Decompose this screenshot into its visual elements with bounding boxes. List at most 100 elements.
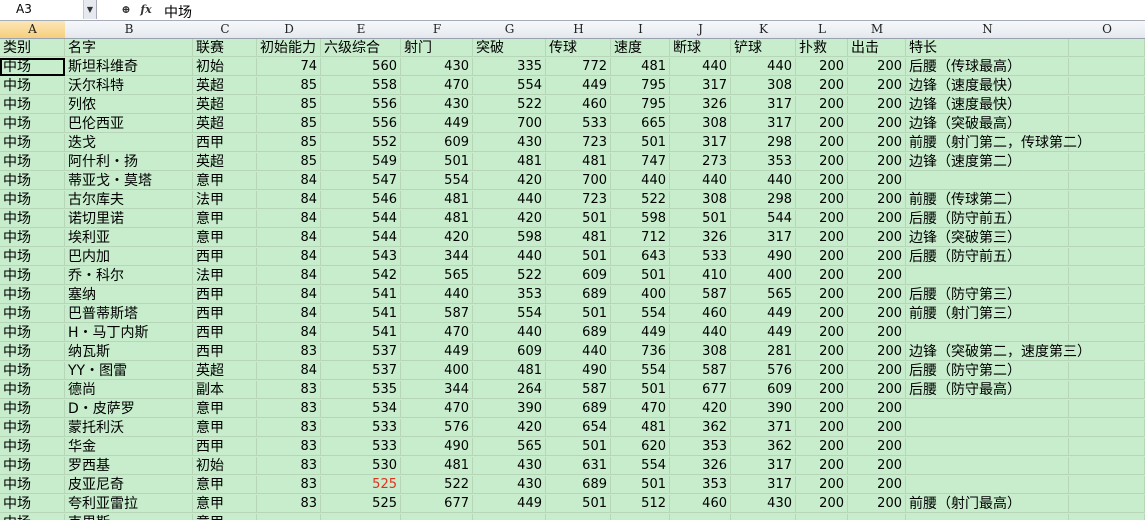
cell-e[interactable]: 549: [321, 153, 401, 171]
cell-o[interactable]: [1069, 58, 1145, 76]
cell-m[interactable]: 200: [848, 115, 906, 133]
cell-m[interactable]: 200: [848, 134, 906, 152]
cell-f[interactable]: 576: [401, 419, 473, 437]
cell-b[interactable]: 纳瓦斯: [65, 343, 193, 361]
cell-j[interactable]: 317: [670, 134, 731, 152]
cell-c[interactable]: 初始: [193, 457, 257, 475]
cell-e[interactable]: 525: [321, 476, 401, 494]
cell-d[interactable]: 85: [257, 134, 321, 152]
cell-k[interactable]: 298: [731, 191, 796, 209]
cell-e[interactable]: 533: [321, 419, 401, 437]
cell-g[interactable]: 565: [473, 438, 546, 456]
cell-m[interactable]: 200: [848, 229, 906, 247]
cell-m[interactable]: 200: [848, 77, 906, 95]
cell-b[interactable]: D・皮萨罗: [65, 400, 193, 418]
cell-h[interactable]: 772: [546, 58, 611, 76]
cell-j[interactable]: 317: [670, 77, 731, 95]
cell-o[interactable]: [1069, 153, 1145, 171]
cell-b[interactable]: 名字: [65, 39, 193, 57]
cell-b[interactable]: 华金: [65, 438, 193, 456]
cell-f[interactable]: 420: [401, 229, 473, 247]
cell-l[interactable]: 200: [796, 419, 848, 437]
cell-h[interactable]: 723: [546, 191, 611, 209]
cell-m[interactable]: 200: [848, 495, 906, 513]
cell-c[interactable]: 意甲: [193, 210, 257, 228]
cell-a[interactable]: 中场: [0, 210, 65, 228]
cell-g[interactable]: 突破: [473, 39, 546, 57]
cell-n[interactable]: [906, 514, 1069, 520]
cell-d[interactable]: 83: [257, 381, 321, 399]
cell-b[interactable]: 阿什利・扬: [65, 153, 193, 171]
cell-n[interactable]: 边锋（突破第三）: [906, 229, 1069, 247]
cell-j[interactable]: 440: [670, 58, 731, 76]
cell-l[interactable]: 200: [796, 438, 848, 456]
cell-h[interactable]: 689: [546, 400, 611, 418]
cell-i[interactable]: 440: [611, 172, 670, 190]
cell-l[interactable]: 200: [796, 362, 848, 380]
cell-n[interactable]: [906, 172, 1069, 190]
cell-k[interactable]: 609: [731, 381, 796, 399]
cell-d[interactable]: 83: [257, 419, 321, 437]
cell-j[interactable]: 533: [670, 248, 731, 266]
cell-o[interactable]: [1069, 305, 1145, 323]
cell-g[interactable]: 264: [473, 381, 546, 399]
cell-a[interactable]: 中场: [0, 305, 65, 323]
cell-o[interactable]: [1069, 191, 1145, 209]
cell-k[interactable]: 544: [731, 210, 796, 228]
cell-g[interactable]: 554: [473, 305, 546, 323]
cell-c[interactable]: 英超: [193, 115, 257, 133]
cell-k[interactable]: 362: [731, 438, 796, 456]
cell-e[interactable]: 六级综合: [321, 39, 401, 57]
cell-f[interactable]: 440: [401, 286, 473, 304]
cell-b[interactable]: 夸利亚雷拉: [65, 495, 193, 513]
cell-o[interactable]: [1069, 362, 1145, 380]
cell-o[interactable]: [1069, 39, 1145, 57]
cell-g[interactable]: 420: [473, 172, 546, 190]
cell-n[interactable]: 前腰（射门第二，传球第二）: [906, 134, 1091, 152]
cell-m[interactable]: 200: [848, 96, 906, 114]
cell-e[interactable]: 537: [321, 362, 401, 380]
cell-d[interactable]: 83: [257, 457, 321, 475]
cell-m[interactable]: 200: [848, 248, 906, 266]
cell-n[interactable]: 边锋（突破第二，速度第三）: [906, 343, 1091, 361]
cell-e[interactable]: 560: [321, 58, 401, 76]
cell-c[interactable]: 意甲: [193, 514, 257, 520]
cell-b[interactable]: H・马丁内斯: [65, 324, 193, 342]
cell-m[interactable]: 200: [848, 476, 906, 494]
cell-j[interactable]: 308: [670, 343, 731, 361]
cell-a[interactable]: 中场: [0, 438, 65, 456]
cell-b[interactable]: 巴普蒂斯塔: [65, 305, 193, 323]
cell-b[interactable]: 巴内加: [65, 248, 193, 266]
cell-d[interactable]: 84: [257, 210, 321, 228]
cell-k[interactable]: 铲球: [731, 39, 796, 57]
cell-a[interactable]: 中场: [0, 476, 65, 494]
cell-h[interactable]: 723: [546, 134, 611, 152]
cell-o[interactable]: [1069, 514, 1145, 520]
cell-e[interactable]: [321, 514, 401, 520]
cell-f[interactable]: 449: [401, 115, 473, 133]
zoom-icon[interactable]: ⊕: [118, 2, 134, 18]
cell-c[interactable]: 法甲: [193, 191, 257, 209]
cell-n[interactable]: 后腰（防守第二）: [906, 362, 1069, 380]
cell-i[interactable]: 501: [611, 267, 670, 285]
cell-c[interactable]: 意甲: [193, 229, 257, 247]
cell-e[interactable]: 543: [321, 248, 401, 266]
cell-e[interactable]: 552: [321, 134, 401, 152]
cell-n[interactable]: [906, 267, 1069, 285]
cell-l[interactable]: 扑救: [796, 39, 848, 57]
cell-h[interactable]: 533: [546, 115, 611, 133]
cell-l[interactable]: 200: [796, 248, 848, 266]
cell-k[interactable]: [731, 514, 796, 520]
cell-j[interactable]: 326: [670, 457, 731, 475]
cell-n[interactable]: 后腰（防守最高）: [906, 381, 1069, 399]
cell-o[interactable]: [1069, 172, 1145, 190]
cell-o[interactable]: [1069, 267, 1145, 285]
cell-a[interactable]: 中场: [0, 153, 65, 171]
cell-i[interactable]: 481: [611, 58, 670, 76]
cell-h[interactable]: 490: [546, 362, 611, 380]
cell-i[interactable]: 620: [611, 438, 670, 456]
cell-c[interactable]: 意甲: [193, 400, 257, 418]
cell-i[interactable]: 554: [611, 362, 670, 380]
cell-k[interactable]: 317: [731, 96, 796, 114]
cell-l[interactable]: 200: [796, 305, 848, 323]
